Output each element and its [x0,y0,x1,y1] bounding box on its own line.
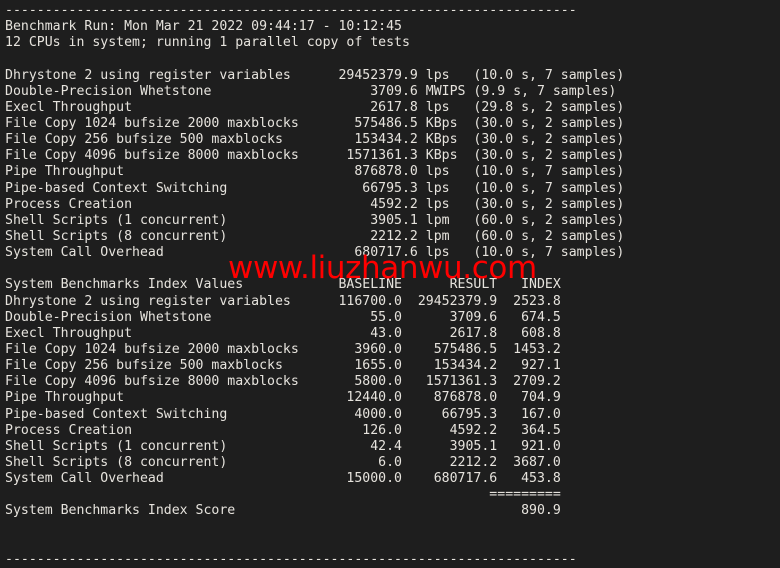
benchmark-result-row: Shell Scripts (8 concurrent) 2212.2 lpm … [5,228,625,244]
benchmark-result-row: Execl Throughput 2617.8 lps (29.8 s, 2 s… [5,99,625,115]
index-table-row: File Copy 256 bufsize 500 maxblocks 1655… [5,358,561,374]
benchmark-result-row: System Call Overhead 680717.6 lps (10.0 … [5,245,625,261]
benchmark-run-header: Benchmark Run: Mon Mar 21 2022 09:44:17 … [5,19,402,35]
terminal-output: ----------------------------------------… [0,0,780,567]
index-score-separator: ========= [5,487,561,503]
index-table-row: Double-Precision Whetstone 55.0 3709.6 6… [5,309,561,325]
benchmark-result-row: File Copy 4096 bufsize 8000 maxblocks 15… [5,148,625,164]
benchmark-result-row: Process Creation 4592.2 lps (30.0 s, 2 s… [5,196,625,212]
index-table-row: Execl Throughput 43.0 2617.8 608.8 [5,325,561,341]
separator-bottom: ----------------------------------------… [5,551,577,567]
index-table-row: File Copy 1024 bufsize 2000 maxblocks 39… [5,341,561,357]
index-score-row: System Benchmarks Index Score 890.9 [5,503,561,519]
benchmark-result-row: Dhrystone 2 using register variables 294… [5,67,625,83]
index-table-row: File Copy 4096 bufsize 8000 maxblocks 58… [5,374,561,390]
index-table-row: Shell Scripts (1 concurrent) 42.4 3905.1… [5,438,561,454]
benchmark-result-row: File Copy 1024 bufsize 2000 maxblocks 57… [5,115,625,131]
benchmark-result-row: Shell Scripts (1 concurrent) 3905.1 lpm … [5,212,625,228]
index-table-row: Shell Scripts (8 concurrent) 6.0 2212.2 … [5,454,561,470]
benchmark-result-row: Pipe-based Context Switching 66795.3 lps… [5,180,625,196]
index-table-header: System Benchmarks Index Values BASELINE … [5,277,561,293]
index-table-row: Dhrystone 2 using register variables 116… [5,293,561,309]
benchmark-result-row: Double-Precision Whetstone 3709.6 MWIPS … [5,83,617,99]
index-table-row: Pipe Throughput 12440.0 876878.0 704.9 [5,390,561,406]
index-table-row: System Call Overhead 15000.0 680717.6 45… [5,471,561,487]
benchmark-result-row: Pipe Throughput 876878.0 lps (10.0 s, 7 … [5,164,625,180]
benchmark-result-row: File Copy 256 bufsize 500 maxblocks 1534… [5,132,625,148]
index-table-row: Process Creation 126.0 4592.2 364.5 [5,422,561,438]
cpu-info-header: 12 CPUs in system; running 1 parallel co… [5,35,410,51]
separator-top: ----------------------------------------… [5,3,577,18]
index-table-row: Pipe-based Context Switching 4000.0 6679… [5,406,561,422]
